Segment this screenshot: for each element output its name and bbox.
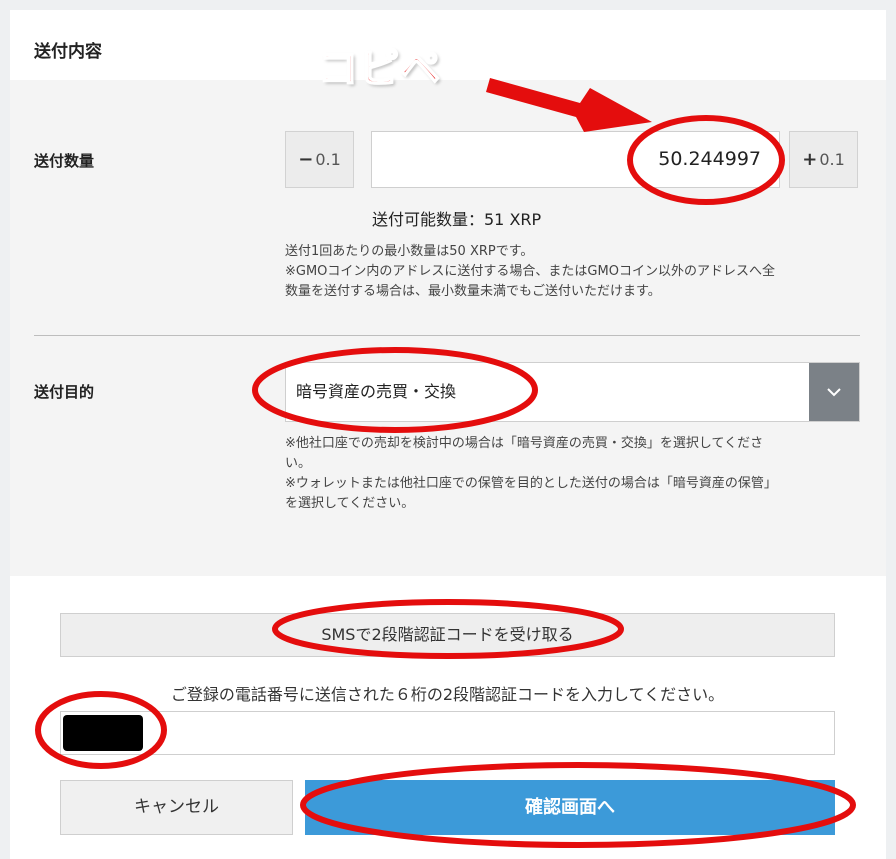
amount-note: 送付1回あたりの最小数量は50 XRPです。 ※GMOコイン内のアドレスに送付す…	[285, 242, 775, 302]
amount-label: 送付数量	[34, 152, 95, 170]
amount-note-line: 数量を送付する場合は、最小数量未満でもご送付いただけます。	[285, 284, 661, 299]
purpose-note-line: い。	[285, 456, 312, 471]
purpose-note-line: ※他社口座での売却を検討中の場合は「暗号資産の売買・交換」を選択してくださ	[285, 436, 764, 451]
auth-code-input[interactable]	[60, 711, 835, 755]
amount-note-line: 送付1回あたりの最小数量は50 XRPです。	[285, 244, 534, 259]
purpose-note-line: を選択してください。	[285, 496, 415, 511]
purpose-selected-value: 暗号資産の売買・交換	[296, 382, 457, 401]
decrement-label: 0.1	[315, 150, 341, 169]
sms-hint: ご登録の電話番号に送信された６桁の2段階認証コードを入力してください。	[170, 685, 725, 704]
amount-note-line: ※GMOコイン内のアドレスに送付する場合、またはGMOコイン以外のアドレスへ全	[285, 264, 775, 279]
purpose-note-line: ※ウォレットまたは他社口座での保管を目的とした送付の場合は「暗号資産の保管」	[285, 476, 777, 491]
minus-icon: −	[298, 149, 314, 170]
decrement-button[interactable]: −0.1	[285, 131, 354, 188]
redaction-mask	[63, 715, 143, 751]
increment-label: 0.1	[819, 150, 845, 169]
increment-button[interactable]: +0.1	[789, 131, 858, 188]
available-amount: 送付可能数量：51 XRP	[372, 210, 542, 229]
purpose-select[interactable]: 暗号資産の売買・交換	[285, 362, 860, 422]
plus-icon: +	[802, 149, 818, 170]
amount-input[interactable]: 50.244997	[371, 131, 780, 188]
section-title: 送付内容	[34, 42, 102, 62]
sms-code-button[interactable]: SMSで2段階認証コードを受け取る	[60, 613, 835, 657]
title-bar	[10, 10, 886, 80]
cancel-button[interactable]: キャンセル	[60, 780, 293, 835]
purpose-label: 送付目的	[34, 383, 95, 401]
annotation-label: コピペ	[317, 45, 441, 93]
confirm-button[interactable]: 確認画面へ	[305, 780, 835, 835]
divider	[34, 335, 860, 336]
chevron-down-icon[interactable]	[809, 363, 859, 421]
purpose-note: ※他社口座での売却を検討中の場合は「暗号資産の売買・交換」を選択してくださ い。…	[285, 434, 777, 514]
